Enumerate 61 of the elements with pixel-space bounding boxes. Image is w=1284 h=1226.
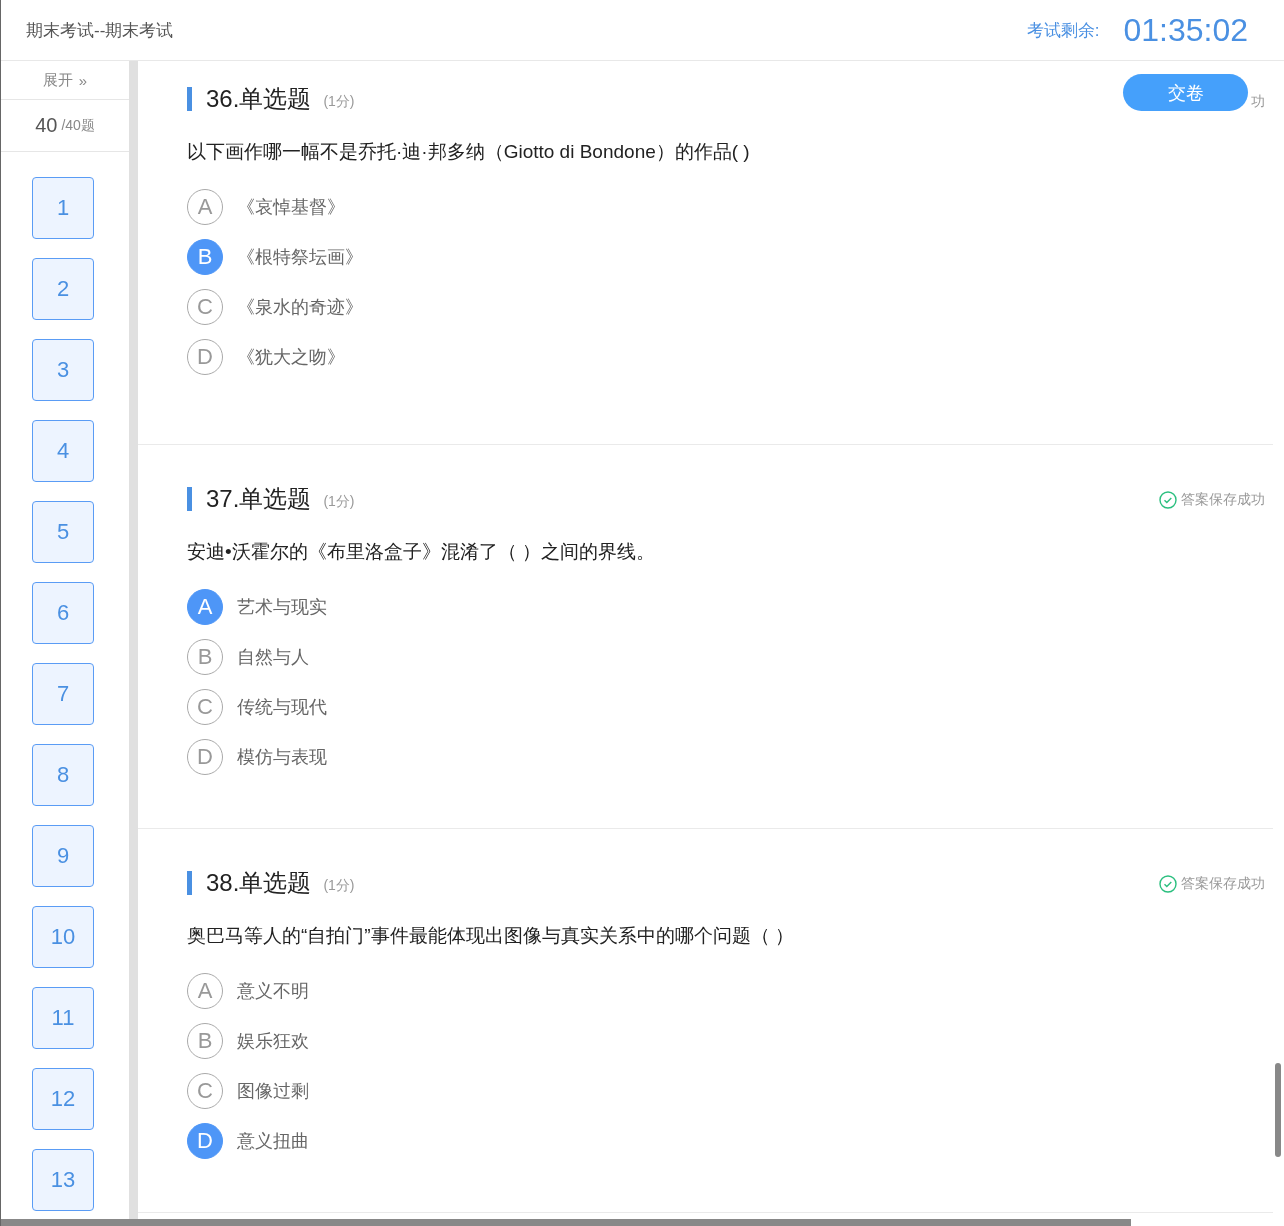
saved-status: 答案保存成功 — [1181, 875, 1265, 893]
question-number-button[interactable]: 3 — [32, 339, 94, 401]
question-number-button[interactable]: 9 — [32, 825, 94, 887]
question-title: 37.单选题 — [187, 487, 312, 511]
option-text[interactable]: 自然与人 — [237, 645, 309, 669]
question-text: 奥巴马等人的“自拍门”事件最能体现出图像与真实关系中的哪个问题（ ） — [187, 924, 795, 948]
check-circle-icon — [1159, 875, 1177, 893]
option-letter[interactable]: B — [187, 1023, 223, 1059]
question-text: 安迪•沃霍尔的《布里洛盒子》混淆了（ ）之间的界线。 — [187, 540, 656, 564]
question-number-button[interactable]: 1 — [32, 177, 94, 239]
question-title: 38.单选题 — [187, 871, 312, 895]
option-text[interactable]: 娱乐狂欢 — [237, 1029, 309, 1053]
question-title: 36.单选题 — [187, 87, 312, 111]
question-number-button[interactable]: 5 — [32, 501, 94, 563]
timer-label: 考试剩余: — [1026, 19, 1100, 42]
question-score: (1分) — [323, 93, 355, 111]
option-text[interactable]: 艺术与现实 — [237, 595, 327, 619]
question-number-button[interactable]: 2 — [32, 258, 94, 320]
submit-button[interactable]: 交卷 — [1123, 74, 1248, 111]
question-text: 以下画作哪一幅不是乔托·迪·邦多纳（Giotto di Bondone）的作品( ) — [187, 140, 751, 164]
total-count: /40题 — [61, 116, 95, 135]
option-letter[interactable]: B — [187, 239, 223, 275]
option-text[interactable]: 《犹大之吻》 — [237, 345, 345, 369]
option-text[interactable]: 意义不明 — [237, 979, 309, 1003]
option-text[interactable]: 《哀悼基督》 — [237, 195, 345, 219]
answered-count: 40 — [35, 114, 58, 137]
option-text[interactable]: 《泉水的奇迹》 — [237, 295, 363, 319]
question-number-button[interactable]: 4 — [32, 420, 94, 482]
question-number-button[interactable]: 8 — [32, 744, 94, 806]
option-letter[interactable]: A — [187, 189, 223, 225]
option-text[interactable]: 《根特祭坛画》 — [237, 245, 363, 269]
option-letter[interactable]: D — [187, 1123, 223, 1159]
option-letter[interactable]: C — [187, 289, 223, 325]
check-circle-icon — [1159, 491, 1177, 509]
saved-status: 答案保存成功 — [1181, 491, 1265, 509]
question-number-button[interactable]: 13 — [32, 1149, 94, 1211]
scrollbar-thumb[interactable] — [1275, 1063, 1281, 1157]
option-text[interactable]: 意义扭曲 — [237, 1129, 309, 1153]
option-text[interactable]: 图像过剩 — [237, 1079, 309, 1103]
option-text[interactable]: 传统与现代 — [237, 695, 327, 719]
question-number-button[interactable]: 10 — [32, 906, 94, 968]
expand-link[interactable]: 展开 — [42, 70, 73, 90]
question-number-button[interactable]: 6 — [32, 582, 94, 644]
countdown-timer: 01:35:02 — [1123, 11, 1248, 49]
option-letter[interactable]: D — [187, 739, 223, 775]
question-number-button[interactable]: 11 — [32, 987, 94, 1049]
option-text[interactable]: 模仿与表现 — [237, 745, 327, 769]
option-letter[interactable]: C — [187, 1073, 223, 1109]
saved-status: 功 — [1251, 93, 1265, 111]
exam-title: 期末考试--期末考试 — [26, 19, 174, 42]
question-number-button[interactable]: 7 — [32, 663, 94, 725]
question-score: (1分) — [323, 493, 355, 511]
option-letter[interactable]: B — [187, 639, 223, 675]
question-number-button[interactable]: 12 — [32, 1068, 94, 1130]
option-letter[interactable]: A — [187, 973, 223, 1009]
question-score: (1分) — [323, 877, 355, 895]
option-letter[interactable]: A — [187, 589, 223, 625]
expand-icon[interactable]: » — [78, 71, 88, 89]
option-letter[interactable]: C — [187, 689, 223, 725]
scrollbar-thumb[interactable] — [1, 1219, 1131, 1226]
option-letter[interactable]: D — [187, 339, 223, 375]
